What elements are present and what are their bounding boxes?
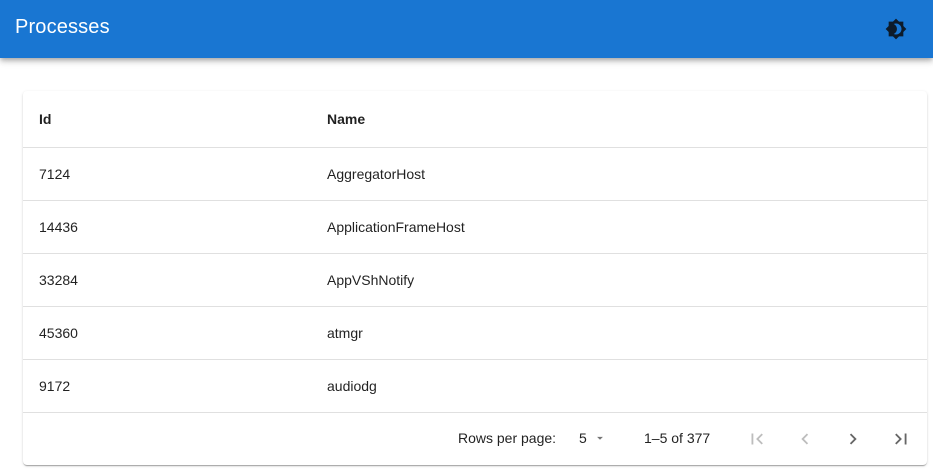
column-header-name: Name bbox=[311, 91, 927, 148]
app-bar: Processes bbox=[0, 0, 933, 58]
next-page-icon bbox=[849, 433, 857, 445]
table-row[interactable]: 33284 AppVShNotify bbox=[23, 253, 927, 307]
cell-name: AggregatorHost bbox=[311, 147, 927, 201]
pagination-range: 1–5 of 377 bbox=[644, 430, 711, 446]
processes-table: Id Name 7124 AggregatorHost 14436 Applic… bbox=[23, 91, 927, 413]
last-page-button[interactable] bbox=[887, 425, 915, 453]
table-pagination: Rows per page: 5 1–5 of 377 bbox=[23, 413, 927, 465]
cell-name: ApplicationFrameHost bbox=[311, 200, 927, 254]
processes-table-card: Id Name 7124 AggregatorHost 14436 Applic… bbox=[23, 91, 927, 465]
brightness-icon bbox=[885, 18, 907, 40]
dropdown-arrow-icon bbox=[596, 436, 603, 440]
cell-name: audiodg bbox=[311, 359, 927, 413]
table-row[interactable]: 7124 AggregatorHost bbox=[23, 147, 927, 201]
rows-per-page-label: Rows per page: bbox=[458, 430, 557, 446]
cell-id: 45360 bbox=[23, 306, 311, 360]
page-title: Processes bbox=[15, 16, 110, 38]
column-header-id: Id bbox=[23, 91, 311, 148]
cell-name: atmgr bbox=[311, 306, 927, 360]
last-page-icon bbox=[895, 433, 907, 445]
cell-id: 9172 bbox=[23, 359, 311, 413]
cell-name: AppVShNotify bbox=[311, 253, 927, 307]
cell-id: 14436 bbox=[23, 200, 311, 254]
rows-per-page-value: 5 bbox=[579, 430, 587, 446]
table-row[interactable]: 14436 ApplicationFrameHost bbox=[23, 200, 927, 254]
next-page-button[interactable] bbox=[839, 425, 867, 453]
table-row[interactable]: 45360 atmgr bbox=[23, 306, 927, 360]
rows-per-page-select[interactable]: 5 bbox=[579, 430, 607, 446]
first-page-icon bbox=[751, 433, 763, 445]
cell-id: 7124 bbox=[23, 147, 311, 201]
first-page-button[interactable] bbox=[743, 425, 771, 453]
previous-page-button[interactable] bbox=[791, 425, 819, 453]
table-header-row: Id Name bbox=[23, 91, 927, 148]
previous-page-icon bbox=[801, 433, 809, 445]
table-row[interactable]: 9172 audiodg bbox=[23, 359, 927, 413]
theme-toggle-button[interactable] bbox=[877, 10, 915, 48]
cell-id: 33284 bbox=[23, 253, 311, 307]
